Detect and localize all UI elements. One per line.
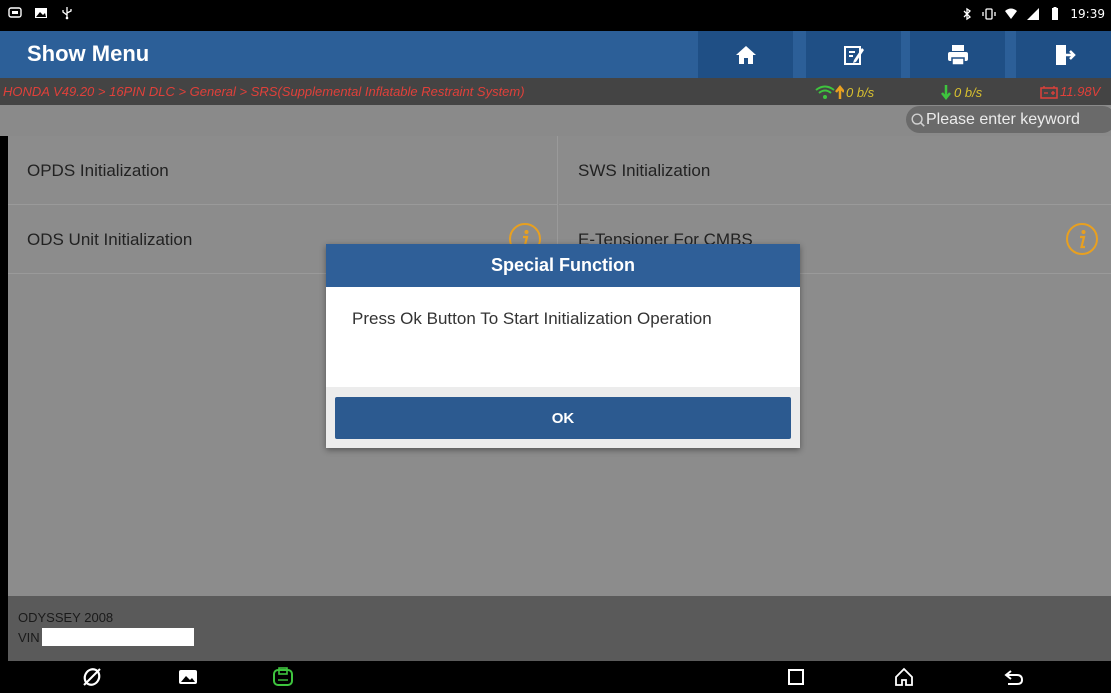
edit-report-button[interactable]	[806, 31, 901, 78]
back-icon[interactable]	[1003, 666, 1025, 688]
info-icon[interactable]	[1065, 222, 1099, 256]
menu-item-label: SWS Initialization	[578, 161, 711, 180]
print-button[interactable]	[910, 31, 1005, 78]
vin-redacted	[41, 628, 194, 646]
search-box[interactable]	[906, 106, 1111, 133]
ok-button[interactable]: OK	[335, 397, 791, 439]
print-icon	[947, 44, 968, 66]
dialog-footer: OK	[326, 387, 800, 448]
menu-item-opds-initialization[interactable]: OPDS Initialization	[8, 136, 558, 205]
wifi-signal-icon	[815, 84, 844, 99]
download-stat: 0 b/s	[940, 84, 982, 100]
menu-item-sws-initialization[interactable]: SWS Initialization	[559, 136, 1111, 205]
vibrate-icon	[982, 7, 997, 21]
recents-icon[interactable]	[785, 666, 807, 688]
vci-icon	[8, 6, 22, 20]
exit-icon	[1055, 44, 1076, 65]
dialog-title: Special Function	[326, 244, 800, 287]
home-icon	[735, 45, 756, 64]
page-title: Show Menu	[27, 41, 150, 66]
signal-icon	[1026, 7, 1040, 21]
vci-app-icon[interactable]	[272, 666, 294, 688]
status-bar: 19:39	[0, 0, 1111, 31]
home-button[interactable]	[698, 31, 793, 78]
menu-item-label: OPDS Initialization	[27, 161, 169, 180]
upload-stat: 0 b/s	[814, 84, 874, 100]
search-icon	[911, 113, 925, 127]
search-row	[0, 105, 1111, 136]
menu-item-label: ODS Unit Initialization	[27, 230, 193, 249]
wifi-icon	[1004, 7, 1018, 21]
upload-rate: 0 b/s	[846, 84, 875, 100]
status-time: 19:39	[1070, 7, 1105, 21]
breadcrumb: HONDA V49.20 > 16PIN DLC > General > SRS…	[0, 78, 1111, 105]
voltage-stat: 11.98V	[1040, 84, 1100, 99]
download-arrow-icon	[941, 85, 951, 100]
vehicle-info: ODYSSEY 2008 VIN	[8, 596, 1111, 661]
header: Show Menu	[0, 31, 1111, 78]
download-rate: 0 b/s	[954, 84, 983, 100]
vin-row: VIN	[18, 628, 194, 646]
dialog-message: Press Ok Button To Start Initialization …	[352, 309, 712, 328]
usb-icon	[60, 6, 74, 20]
home-nav-icon[interactable]	[893, 666, 915, 688]
bluetooth-icon	[960, 7, 974, 21]
vin-label: VIN	[18, 629, 40, 645]
edit-report-icon	[843, 45, 864, 65]
gallery-icon[interactable]	[177, 666, 199, 688]
voltage-value: 11.98V	[1060, 84, 1101, 99]
battery-icon	[1048, 7, 1062, 21]
image-icon	[34, 6, 48, 20]
nav-bar	[0, 661, 1111, 693]
car-battery-icon	[1040, 85, 1058, 99]
search-input[interactable]	[926, 110, 1111, 129]
breadcrumb-path: HONDA V49.20 > 16PIN DLC > General > SRS…	[3, 84, 525, 99]
browser-icon[interactable]	[81, 666, 103, 688]
exit-button[interactable]	[1016, 31, 1111, 78]
special-function-dialog: Special Function Press Ok Button To Star…	[326, 244, 800, 448]
vehicle-model: ODYSSEY 2008	[18, 610, 114, 625]
